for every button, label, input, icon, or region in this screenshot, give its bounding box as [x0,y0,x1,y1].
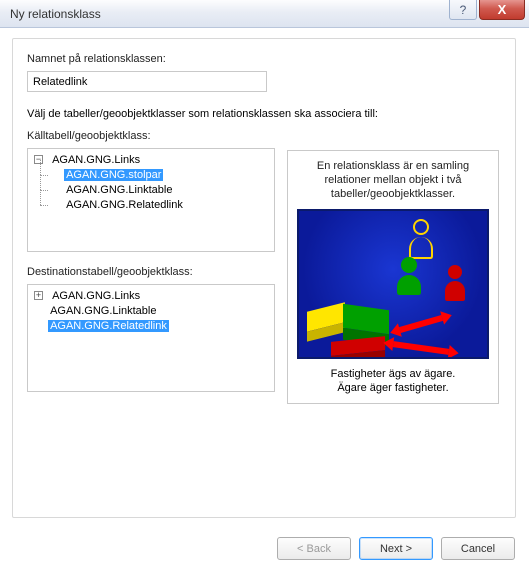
dialog-body: Namnet på relationsklassen: Välj de tabe… [0,28,529,570]
tree-item[interactable]: AGAN.GNG.Linktable [50,183,272,198]
info-panel: En relationsklass är en samling relation… [287,150,499,404]
info-line: relationer mellan objekt i två [325,174,462,186]
plus-icon[interactable]: + [34,291,43,300]
info-line: En relationsklass är en samling [317,160,469,172]
tree-item[interactable]: AGAN.GNG.Relatedlink [50,198,272,213]
tree-root[interactable]: + AGAN.GNG.Links [34,289,272,304]
relation-arrow-icon [393,341,449,355]
tree-root[interactable]: − AGAN.GNG.Links AGAN.GNG.stolpar AGAN.G… [34,153,272,213]
source-tree[interactable]: − AGAN.GNG.Links AGAN.GNG.stolpar AGAN.G… [27,148,275,252]
wizard-frame: Namnet på relationsklassen: Välj de tabe… [12,38,516,518]
wizard-buttons: < Back Next > Cancel [277,537,515,560]
tree-item[interactable]: AGAN.GNG.Linktable [34,304,272,319]
caption-line: Ägare äger fastigheter. [337,382,448,394]
cancel-button[interactable]: Cancel [441,537,515,560]
window-title: Ny relationsklass [10,7,101,21]
help-button[interactable]: ? [449,0,477,20]
tree-root-label[interactable]: AGAN.GNG.Links [50,154,142,166]
tree-item-label[interactable]: AGAN.GNG.Linktable [64,184,174,196]
tree-item-label[interactable]: AGAN.GNG.Relatedlink [64,199,185,211]
caption-line: Fastigheter ägs av ägare. [331,368,456,380]
relation-illustration [297,209,489,359]
info-line: tabeller/geoobjektklasser. [331,188,455,200]
relation-arrow-icon [399,315,443,333]
close-icon: X [498,2,507,17]
tree-item-label[interactable]: AGAN.GNG.Relatedlink [48,320,169,332]
tree-item[interactable]: AGAN.GNG.Relatedlink [34,319,272,334]
tree-item-label[interactable]: AGAN.GNG.stolpar [64,169,163,181]
source-label: Källtabell/geoobjektklass: [27,130,275,142]
back-button: < Back [277,537,351,560]
person-green-icon [397,257,421,295]
tree-root-label[interactable]: AGAN.GNG.Links [50,290,142,302]
person-red-icon [445,265,465,301]
close-button[interactable]: X [479,0,525,20]
association-instruction: Välj de tabeller/geoobjektklasser som re… [27,108,501,120]
destination-tree[interactable]: + AGAN.GNG.Links AGAN.GNG.Linktable AGAN… [27,284,275,392]
minus-icon[interactable]: − [34,155,43,164]
tree-item[interactable]: AGAN.GNG.stolpar [50,168,272,183]
help-icon: ? [460,3,467,17]
titlebar: Ny relationsklass ? X [0,0,529,28]
tree-item-label[interactable]: AGAN.GNG.Linktable [48,305,158,317]
person-outline-icon [409,219,433,259]
name-label: Namnet på relationsklassen: [27,53,501,65]
next-button[interactable]: Next > [359,537,433,560]
info-description: En relationsklass är en samling relation… [317,159,469,201]
window-controls: ? X [449,0,525,20]
relation-name-input[interactable] [27,71,267,92]
illustration-caption: Fastigheter ägs av ägare. Ägare äger fas… [331,367,456,395]
destination-label: Destinationstabell/geoobjektklass: [27,266,275,278]
